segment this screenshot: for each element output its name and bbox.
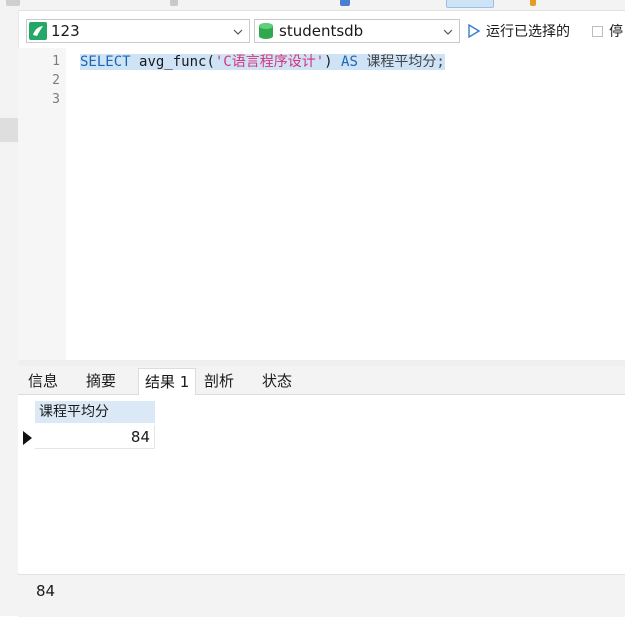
sql-editor[interactable]: 1 2 3 SELECT avg_func('C语言程序设计') AS 课程平均… — [18, 48, 625, 360]
stop-icon — [592, 25, 603, 37]
play-icon — [468, 24, 480, 38]
column-alias: 课程平均分; — [366, 54, 445, 70]
code-line-1[interactable]: SELECT avg_func('C语言程序设计') AS 课程平均分; — [80, 53, 445, 71]
left-panel-strip — [0, 10, 19, 616]
line-number: 3 — [52, 92, 60, 107]
current-row-indicator-icon — [23, 431, 32, 445]
connection-name: 123 — [51, 22, 80, 40]
stop-button[interactable]: 停 — [592, 19, 623, 43]
value-preview-text: 84 — [36, 582, 56, 600]
database-icon — [259, 23, 273, 39]
connection-select[interactable]: 123 — [26, 19, 250, 43]
tab-summary[interactable]: 摘要 — [80, 368, 122, 394]
chevron-down-icon — [233, 29, 243, 35]
stop-label: 停 — [609, 24, 623, 40]
function-call: avg_func( — [139, 54, 215, 70]
tab-result-1[interactable]: 结果 1 — [138, 368, 197, 396]
close-paren: ) — [324, 54, 333, 70]
run-selected-label: 运行已选择的 — [486, 24, 570, 40]
top-toolbar-remnant — [0, 0, 625, 11]
run-selected-button[interactable]: 运行已选择的 — [468, 19, 570, 43]
keyword-select: SELECT — [80, 54, 131, 70]
results-tab-bar: 信息 摘要 结果 1 剖析 状态 — [18, 366, 625, 396]
tab-status[interactable]: 状态 — [256, 368, 298, 394]
line-number-gutter: 1 2 3 — [18, 48, 66, 360]
tab-info[interactable]: 信息 — [22, 368, 64, 394]
chevron-down-icon — [443, 29, 453, 35]
column-header[interactable]: 课程平均分 — [35, 401, 155, 423]
tab-profile[interactable]: 剖析 — [198, 368, 240, 394]
line-number: 2 — [52, 73, 60, 88]
left-panel-marker — [0, 118, 18, 142]
line-number: 1 — [52, 54, 60, 69]
value-preview-panel: 84 — [18, 574, 625, 617]
database-name: studentsdb — [279, 22, 364, 40]
query-toolbar: 123 studentsdb 运行已选择的 停 — [18, 14, 625, 46]
result-grid: 课程平均分 84 — [18, 395, 625, 573]
database-select[interactable]: studentsdb — [254, 19, 460, 43]
string-literal: 'C语言程序设计' — [214, 54, 325, 70]
keyword-as: AS — [341, 54, 358, 70]
table-cell[interactable]: 84 — [35, 425, 155, 449]
connection-icon — [29, 22, 47, 40]
